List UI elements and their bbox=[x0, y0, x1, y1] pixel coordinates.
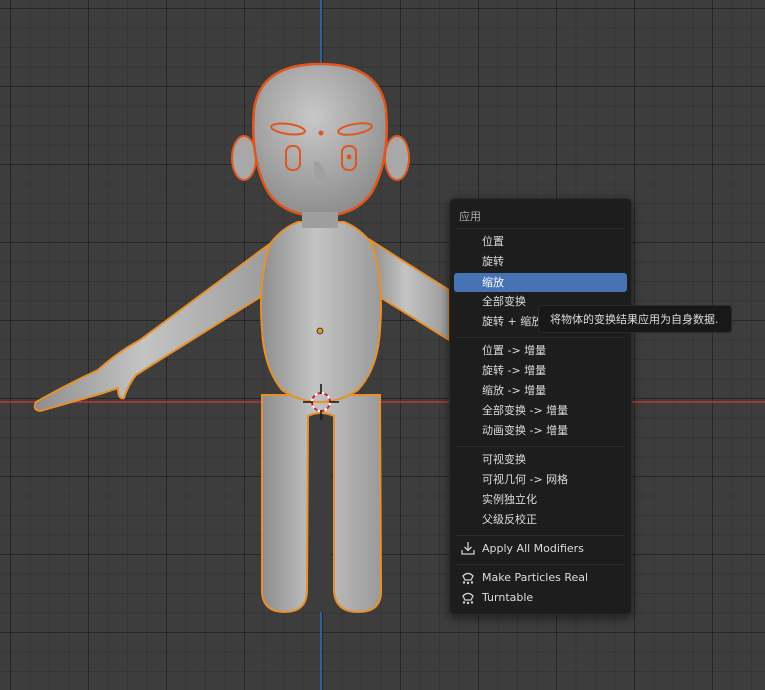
particles-icon bbox=[462, 592, 474, 605]
menu-title: 应用 bbox=[459, 210, 481, 223]
menu-item-animated-transforms-to-delta[interactable]: 动画变换 -> 增量 bbox=[454, 421, 627, 440]
menu-item-apply-location[interactable]: 位置 bbox=[454, 232, 627, 251]
menu-item-label: 父级反校正 bbox=[482, 513, 537, 526]
menu-item-label: 旋转 bbox=[482, 255, 504, 268]
3d-viewport[interactable] bbox=[0, 0, 765, 690]
menu-divider bbox=[456, 228, 625, 229]
menu-item-visual-transform[interactable]: 可视变换 bbox=[454, 450, 627, 469]
character-neck bbox=[302, 212, 338, 228]
menu-item-parent-inverse[interactable]: 父级反校正 bbox=[454, 510, 627, 529]
download-icon bbox=[461, 542, 475, 555]
object-origin bbox=[316, 327, 324, 335]
menu-item-scale-to-delta[interactable]: 缩放 -> 增量 bbox=[454, 381, 627, 400]
menu-divider bbox=[456, 564, 625, 565]
menu-item-label: Apply All Modifiers bbox=[482, 542, 584, 555]
menu-item-label: 旋转 -> 增量 bbox=[482, 364, 547, 377]
apply-menu: 应用 位置 旋转 缩放 全部变换 旋转 + 缩放 位置 -> 增量 旋转 -> … bbox=[449, 198, 632, 615]
character-arms bbox=[33, 237, 450, 413]
menu-item-label: 缩放 bbox=[482, 276, 504, 289]
menu-item-label: 缩放 -> 增量 bbox=[482, 384, 547, 397]
menu-item-apply-rotation[interactable]: 旋转 bbox=[454, 252, 627, 271]
menu-item-apply-scale[interactable]: 缩放 bbox=[454, 273, 627, 292]
menu-item-visual-geometry-to-mesh[interactable]: 可视几何 -> 网格 bbox=[454, 470, 627, 489]
menu-item-label: Turntable bbox=[482, 591, 534, 604]
menu-divider bbox=[456, 535, 625, 536]
menu-item-label: Make Particles Real bbox=[482, 571, 589, 584]
menu-item-apply-all-modifiers[interactable]: Apply All Modifiers bbox=[454, 539, 627, 558]
particles-icon bbox=[462, 572, 474, 585]
character-torso bbox=[260, 221, 382, 404]
character-model[interactable] bbox=[0, 0, 765, 690]
menu-item-location-to-delta[interactable]: 位置 -> 增量 bbox=[454, 341, 627, 360]
menu-divider bbox=[456, 337, 625, 338]
character-legs bbox=[261, 394, 383, 614]
menu-item-label: 全部变换 bbox=[482, 295, 526, 308]
menu-item-label: 旋转 + 缩放 bbox=[482, 315, 543, 328]
menu-item-all-transforms-to-delta[interactable]: 全部变换 -> 增量 bbox=[454, 401, 627, 420]
character-head bbox=[252, 62, 388, 218]
menu-item-label: 位置 -> 增量 bbox=[482, 344, 547, 357]
menu-item-label: 可视变换 bbox=[482, 453, 526, 466]
menu-item-label: 实例独立化 bbox=[482, 493, 537, 506]
menu-item-rotation-to-delta[interactable]: 旋转 -> 增量 bbox=[454, 361, 627, 380]
menu-item-label: 可视几何 -> 网格 bbox=[482, 473, 569, 486]
menu-item-turntable[interactable]: Turntable bbox=[454, 588, 627, 607]
menu-item-label: 位置 bbox=[482, 235, 504, 248]
tooltip: 将物体的变换结果应用为自身数据. bbox=[538, 305, 732, 333]
menu-item-make-instances-real[interactable]: 实例独立化 bbox=[454, 490, 627, 509]
menu-item-label: 动画变换 -> 增量 bbox=[482, 424, 569, 437]
menu-item-label: 全部变换 -> 增量 bbox=[482, 404, 569, 417]
menu-item-make-particles-real[interactable]: Make Particles Real bbox=[454, 568, 627, 587]
menu-divider bbox=[456, 446, 625, 447]
